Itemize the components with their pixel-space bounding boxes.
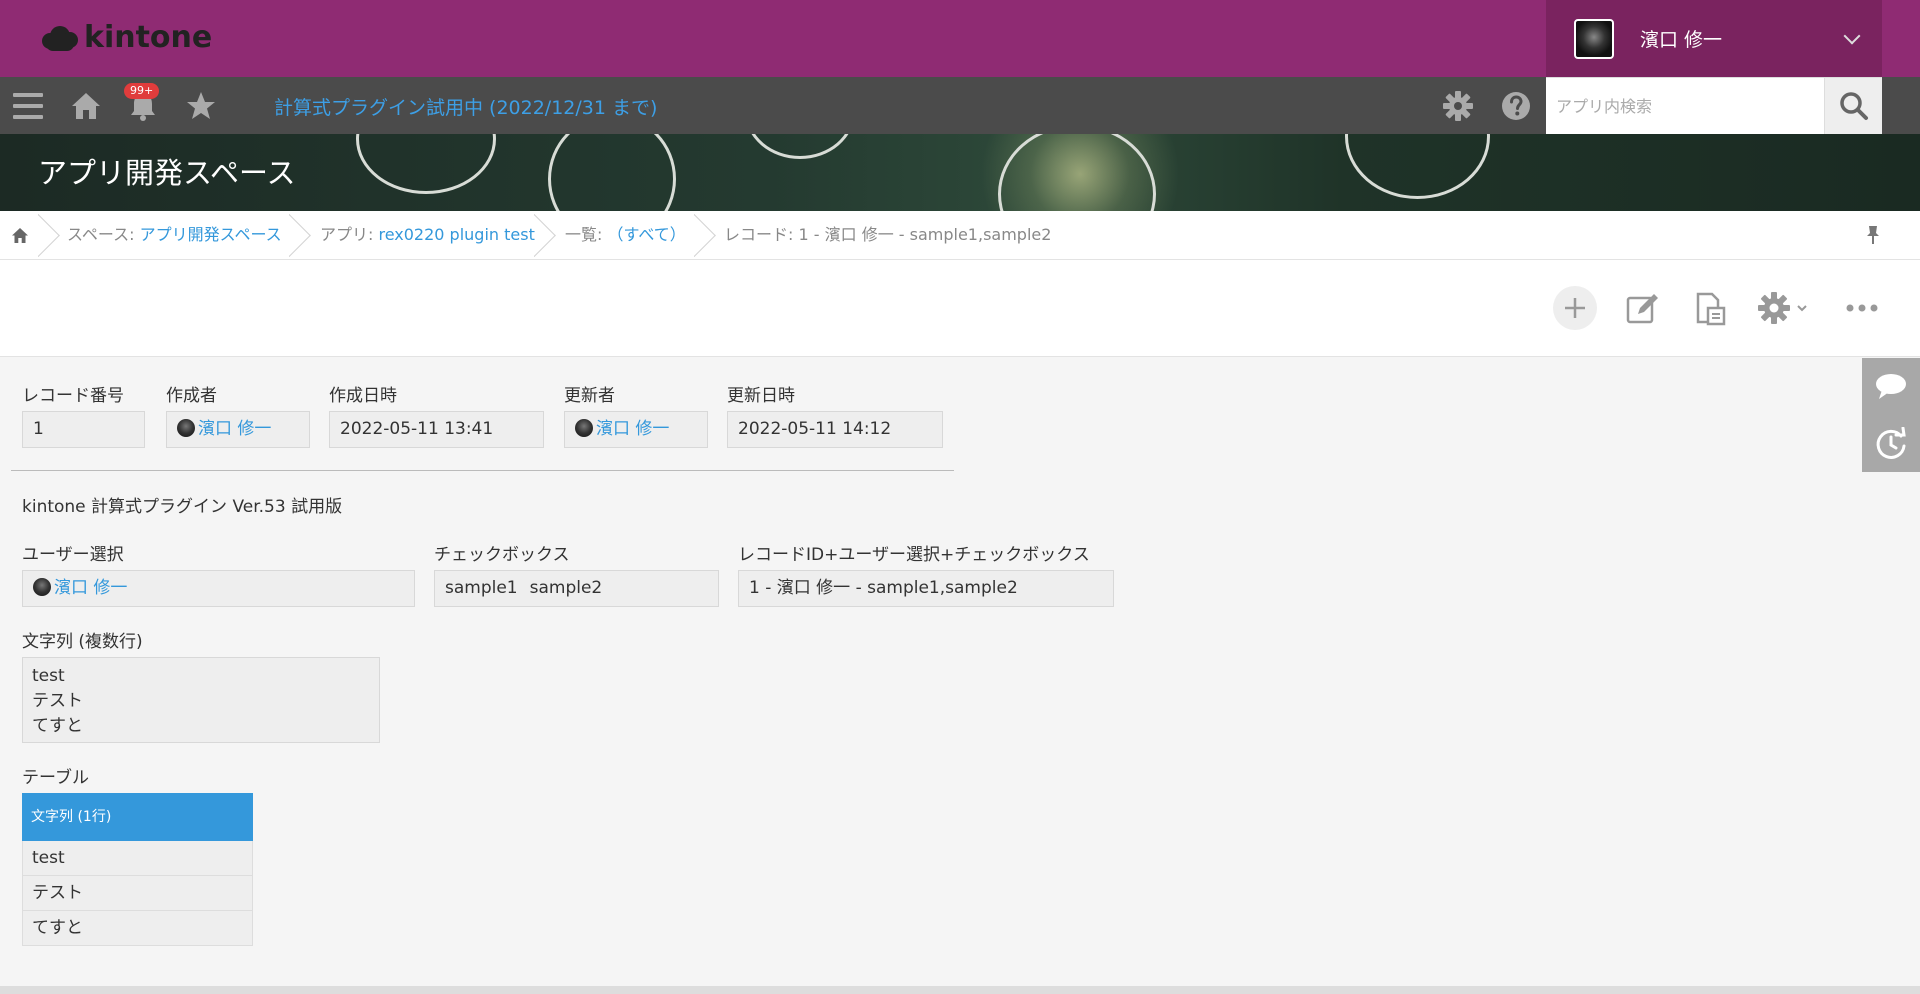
checkbox-option: sample1 xyxy=(445,578,518,598)
avatar xyxy=(177,419,195,437)
home-icon[interactable] xyxy=(69,89,103,123)
bulb-drawing xyxy=(1345,134,1490,199)
meta-divider xyxy=(11,470,954,471)
user-select-value: 濱口 修一 xyxy=(22,570,415,607)
add-record-button[interactable] xyxy=(1553,286,1597,330)
breadcrumb-view[interactable]: 一覧: （すべて） xyxy=(565,211,686,259)
table-column-header: 文字列 (1行) xyxy=(22,793,253,841)
multiline-line: てすと xyxy=(32,716,83,736)
table-label: テーブル xyxy=(22,768,89,788)
created-at-value: 2022-05-11 13:41 xyxy=(329,411,544,448)
edit-icon[interactable] xyxy=(1620,286,1664,330)
search-icon xyxy=(1840,92,1868,120)
plus-icon xyxy=(1565,298,1585,318)
logo-text: kintone xyxy=(84,20,213,55)
user-menu[interactable]: 濱口 修一 xyxy=(1546,0,1882,77)
notification-badge: 99+ xyxy=(124,83,160,99)
creator-value: 濱口 修一 xyxy=(166,411,310,448)
main-toolbar: 99+ 計算式プラグイン試用中 (2022/12/31 まで) xyxy=(0,77,1920,134)
breadcrumb-space-link[interactable]: アプリ開発スペース xyxy=(140,225,282,244)
creator-user-link[interactable]: 濱口 修一 xyxy=(198,419,271,439)
subtable: 文字列 (1行) test テスト てすと xyxy=(22,793,253,946)
bulb-drawing xyxy=(998,134,1156,211)
search-button[interactable] xyxy=(1824,78,1882,134)
avatar xyxy=(575,419,593,437)
gear-icon[interactable] xyxy=(1441,89,1475,123)
record-settings-button[interactable] xyxy=(1752,286,1812,330)
created-at-label: 作成日時 xyxy=(329,386,397,406)
chevron-down-icon xyxy=(1843,27,1861,44)
breadcrumb-separator xyxy=(289,213,319,257)
bulb-drawing xyxy=(356,134,496,194)
multiline-label: 文字列 (複数行) xyxy=(22,632,143,652)
history-icon[interactable] xyxy=(1874,427,1908,461)
home-icon[interactable] xyxy=(11,227,29,244)
kintone-logo[interactable]: kintone xyxy=(40,20,212,55)
bulb-drawing xyxy=(745,134,855,159)
breadcrumb-record: レコード: 1 - 濱口 修一 - sample1,sample2 xyxy=(724,225,1052,244)
user-select-label: ユーザー選択 xyxy=(22,545,124,565)
record-number-text: 1 xyxy=(33,419,44,439)
avatar xyxy=(33,578,51,596)
breadcrumb-app-link[interactable]: rex0220 plugin test xyxy=(378,225,534,244)
more-options-icon[interactable] xyxy=(1840,286,1884,330)
combined-field-text: 1 - 濱口 修一 - sample1,sample2 xyxy=(749,578,1018,598)
app-search xyxy=(1546,77,1882,134)
breadcrumb-app[interactable]: アプリ: rex0220 plugin test xyxy=(320,211,535,259)
breadcrumb: スペース: アプリ開発スペース アプリ: rex0220 plugin test… xyxy=(0,211,1920,260)
breadcrumb-view-prefix: 一覧: xyxy=(565,225,608,244)
created-at-text: 2022-05-11 13:41 xyxy=(340,419,494,439)
chevron-down-icon xyxy=(1797,305,1807,312)
updated-at-text: 2022-05-11 14:12 xyxy=(738,419,892,439)
combined-field-label: レコードID+ユーザー選択+チェックボックス xyxy=(738,545,1090,565)
table-row: てすと xyxy=(22,911,253,946)
checkbox-label: チェックボックス xyxy=(434,545,570,565)
global-header: kintone 濱口 修一 xyxy=(0,0,1920,77)
user-name: 濱口 修一 xyxy=(1640,29,1723,51)
updater-value: 濱口 修一 xyxy=(564,411,708,448)
table-row: test xyxy=(22,841,253,876)
plugin-title: kintone 計算式プラグイン Ver.53 試用版 xyxy=(22,497,343,517)
space-title: アプリ開発スペース xyxy=(38,156,296,190)
bottom-scroll-strip xyxy=(0,986,1920,994)
updater-label: 更新者 xyxy=(564,386,615,406)
gear-icon xyxy=(1758,292,1790,324)
table-row: テスト xyxy=(22,876,253,911)
duplicate-icon[interactable] xyxy=(1688,286,1732,330)
breadcrumb-separator xyxy=(694,213,724,257)
breadcrumb-separator xyxy=(534,213,564,257)
space-banner: アプリ開発スペース xyxy=(0,134,1920,211)
updated-at-label: 更新日時 xyxy=(727,386,795,406)
side-panel-tabs xyxy=(1862,358,1920,472)
breadcrumb-space-prefix: スペース: xyxy=(67,225,140,244)
record-number-label: レコード番号 xyxy=(22,386,124,406)
breadcrumb-app-prefix: アプリ: xyxy=(320,225,379,244)
multiline-value: test テスト てすと xyxy=(22,657,380,743)
record-number-value: 1 xyxy=(22,411,145,448)
updated-at-value: 2022-05-11 14:12 xyxy=(727,411,943,448)
avatar xyxy=(1574,18,1614,59)
comment-icon[interactable] xyxy=(1874,371,1908,401)
breadcrumb-view-link[interactable]: （すべて） xyxy=(607,225,685,244)
search-input[interactable] xyxy=(1546,78,1824,134)
breadcrumb-separator xyxy=(38,213,68,257)
bulb-drawing xyxy=(548,134,676,211)
pin-icon[interactable] xyxy=(1863,224,1883,246)
creator-label: 作成者 xyxy=(166,386,217,406)
multiline-line: test xyxy=(32,666,65,686)
trial-notice-link[interactable]: 計算式プラグイン試用中 (2022/12/31 まで) xyxy=(274,93,657,120)
checkbox-value: sample1 sample2 xyxy=(434,570,719,607)
menu-icon[interactable] xyxy=(11,89,45,123)
updater-user-link[interactable]: 濱口 修一 xyxy=(596,419,669,439)
cloud-logo-icon xyxy=(40,23,78,53)
record-detail: レコード番号 1 作成者 濱口 修一 作成日時 2022-05-11 13:41… xyxy=(0,357,1920,987)
combined-field-value: 1 - 濱口 修一 - sample1,sample2 xyxy=(738,570,1114,607)
multiline-line: テスト xyxy=(32,691,83,711)
star-icon[interactable] xyxy=(184,89,218,123)
user-select-link[interactable]: 濱口 修一 xyxy=(54,578,127,598)
help-icon[interactable] xyxy=(1499,89,1533,123)
breadcrumb-space[interactable]: スペース: アプリ開発スペース xyxy=(67,211,282,259)
record-action-bar xyxy=(0,260,1920,357)
checkbox-option: sample2 xyxy=(529,578,603,598)
